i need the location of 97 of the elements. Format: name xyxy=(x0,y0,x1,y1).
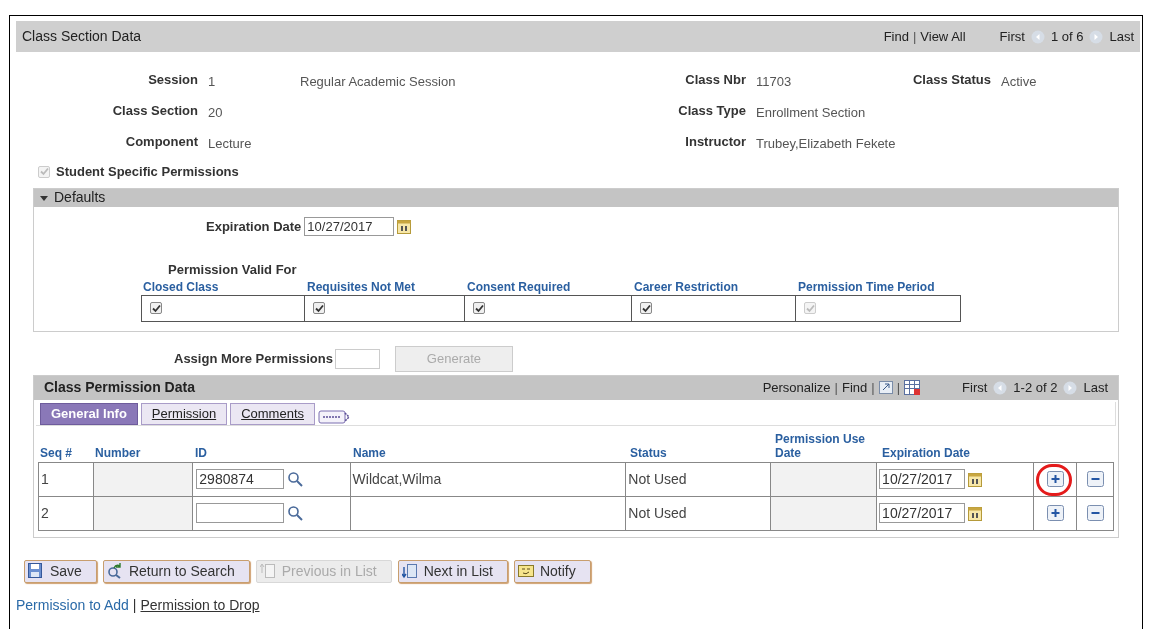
field-label: Class Type xyxy=(678,102,746,120)
delete-row-icon[interactable] xyxy=(1086,505,1104,521)
notify-icon xyxy=(517,563,534,579)
field-description: Regular Academic Session xyxy=(300,73,456,91)
checkbox[interactable] xyxy=(473,302,485,314)
return-button[interactable]: Return to Search xyxy=(102,559,250,583)
status-text: Not Used xyxy=(628,503,687,523)
check-icon xyxy=(39,167,49,177)
search-icon[interactable] xyxy=(287,505,304,521)
field-value: 20 xyxy=(208,104,223,122)
previous-icon xyxy=(259,563,276,579)
separator: | xyxy=(912,27,917,46)
collapse-triangle-icon[interactable] xyxy=(40,193,48,202)
checkbox[interactable] xyxy=(150,302,162,314)
page-count: 1-2 of 2 xyxy=(1013,378,1058,397)
field-label: Session xyxy=(148,71,198,89)
column-header: Permission Time Period xyxy=(797,278,936,295)
group-label: Permission Valid For xyxy=(168,260,297,279)
first-link[interactable]: First xyxy=(999,26,1025,47)
field-label: Expiration Date xyxy=(206,217,302,236)
seq-text: 2 xyxy=(41,503,49,523)
field-label: Component xyxy=(125,133,198,151)
field-value: Active xyxy=(1001,73,1037,91)
tab[interactable]: Comments xyxy=(230,402,315,425)
calendar-icon[interactable] xyxy=(397,218,412,234)
date-field[interactable]: 10/27/2017 xyxy=(304,216,395,236)
link[interactable]: Permission to Add xyxy=(16,594,129,616)
id-field[interactable]: 2980874 xyxy=(196,469,285,489)
zoom-window-icon[interactable] xyxy=(878,381,893,394)
grid-title: Class Permission Data xyxy=(44,378,195,397)
field-label: Class Section xyxy=(112,102,198,120)
status-text: Not Used xyxy=(628,469,687,489)
column-header: Consent Required xyxy=(466,278,572,295)
return-icon xyxy=(106,563,123,579)
spreadsheet-icon[interactable] xyxy=(904,380,921,395)
page-count: 1 of 6 xyxy=(1050,27,1084,46)
field-value: Enrollment Section xyxy=(756,104,866,122)
calendar-icon[interactable] xyxy=(968,505,983,521)
field-value: 11703 xyxy=(756,73,792,91)
last-link[interactable]: Last xyxy=(1109,26,1134,47)
id-field[interactable] xyxy=(196,503,285,523)
field-label: Class Status xyxy=(912,71,991,89)
separator: | xyxy=(896,378,901,397)
calendar-icon[interactable] xyxy=(968,471,983,487)
column-header: Status xyxy=(629,445,668,460)
column-header: ID xyxy=(194,445,208,460)
link[interactable]: Permission to Drop xyxy=(140,594,260,616)
action-link[interactable]: Find xyxy=(841,377,868,398)
action-link[interactable]: Personalize xyxy=(762,377,831,398)
field-label: Assign More Permissions xyxy=(174,349,333,368)
column-header: Permission Use Date xyxy=(774,431,867,460)
next-icon xyxy=(401,563,418,579)
last-link[interactable]: Last xyxy=(1083,377,1108,398)
seq-text: 1 xyxy=(41,469,49,489)
add-row-icon[interactable] xyxy=(1046,505,1064,521)
check-icon xyxy=(641,303,651,313)
delete-row-icon[interactable] xyxy=(1086,471,1104,487)
field-label: Class Nbr xyxy=(685,71,746,89)
panel-title: Defaults xyxy=(54,188,106,207)
column-header: Career Restriction xyxy=(633,278,740,295)
first-link[interactable]: First xyxy=(962,377,988,398)
nav-link[interactable]: View All xyxy=(920,26,966,47)
date-field[interactable]: 10/27/2017 xyxy=(879,503,966,523)
search-icon[interactable] xyxy=(287,471,304,487)
notify-button[interactable]: Notify xyxy=(513,559,591,583)
field-value: Lecture xyxy=(208,135,252,153)
save-icon xyxy=(28,563,44,579)
field-value: 1 xyxy=(208,73,216,91)
separator: | xyxy=(871,378,875,397)
tab[interactable]: General Info xyxy=(40,402,138,425)
column-header: Closed Class xyxy=(142,278,220,295)
separator: | xyxy=(132,595,137,615)
show-all-columns-icon[interactable] xyxy=(318,408,350,425)
check-icon xyxy=(474,303,484,313)
field-value: Trubey,Elizabeth Fekete xyxy=(756,135,896,153)
column-header: Requisites Not Met xyxy=(306,278,416,295)
check-icon xyxy=(151,303,161,313)
check-icon xyxy=(314,303,324,313)
column-header: Seq # xyxy=(39,445,73,460)
nav-link[interactable]: Find xyxy=(883,26,909,47)
date-field[interactable]: 10/27/2017 xyxy=(879,469,966,489)
next-button[interactable]: Next in List xyxy=(397,559,508,583)
column-header: Name xyxy=(352,445,387,460)
tab[interactable]: Permission xyxy=(140,402,228,425)
checkbox-label: Student Specific Permissions xyxy=(56,163,239,181)
checkbox[interactable] xyxy=(640,302,652,314)
field-label: Instructor xyxy=(685,133,746,151)
column-header: Number xyxy=(94,445,142,460)
separator: | xyxy=(834,378,838,397)
checkbox[interactable] xyxy=(313,302,325,314)
add-row-icon[interactable] xyxy=(1046,471,1064,487)
check-icon xyxy=(805,303,815,313)
name-text: Wildcat,Wilma xyxy=(352,469,442,489)
number-field[interactable] xyxy=(334,348,380,369)
save-button[interactable]: Save xyxy=(24,559,97,583)
section-title: Class Section Data xyxy=(22,27,142,46)
column-header: Expiration Date xyxy=(881,445,972,460)
